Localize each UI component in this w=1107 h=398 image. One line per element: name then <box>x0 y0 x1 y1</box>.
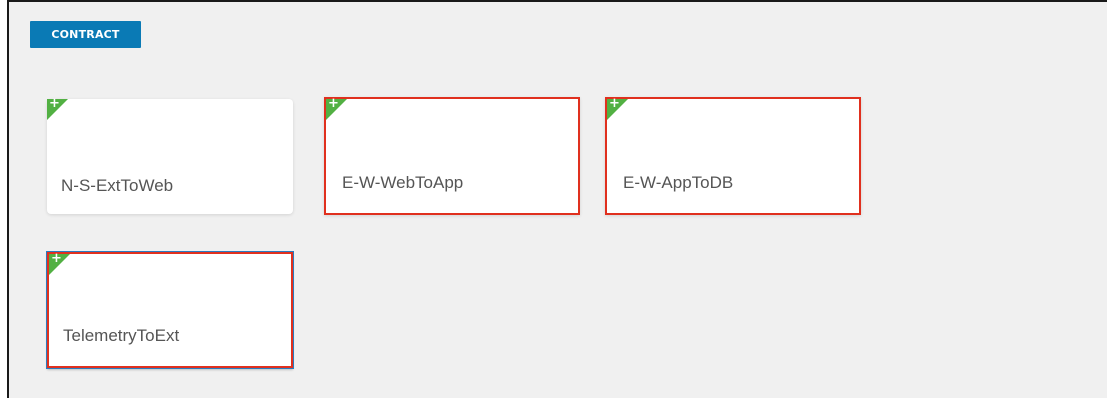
contract-card-label: N-S-ExtToWeb <box>61 176 174 195</box>
contract-card-e-w-webtoapp[interactable]: + E-W-WebToApp <box>324 96 580 215</box>
contract-card-label: E-W-AppToDB <box>623 173 734 192</box>
plus-icon[interactable]: + <box>328 96 339 112</box>
plus-icon[interactable]: + <box>51 251 62 267</box>
contract-card-label: E-W-WebToApp <box>342 173 464 192</box>
contracts-panel: CONTRACT + N-S-ExtToWeb + E-W-WebToApp +… <box>7 0 1107 398</box>
contract-card-label: TelemetryToExt <box>63 326 180 345</box>
plus-icon[interactable]: + <box>49 96 60 112</box>
contract-card-telemetrytoext[interactable]: + TelemetryToExt <box>47 251 293 368</box>
plus-icon[interactable]: + <box>609 96 620 112</box>
contract-section-badge: CONTRACT <box>30 21 141 48</box>
contract-card-e-w-apptodb[interactable]: + E-W-AppToDB <box>605 96 861 215</box>
contract-card-n-s-exttoweb[interactable]: + N-S-ExtToWeb <box>47 96 293 214</box>
